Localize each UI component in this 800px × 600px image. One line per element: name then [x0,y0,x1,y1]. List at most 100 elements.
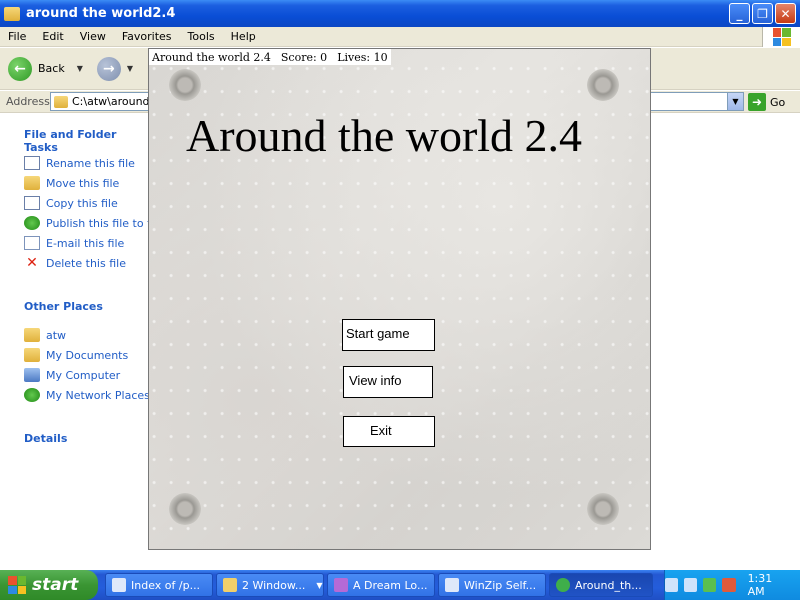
game-title: Around the world 2.4 [186,110,583,161]
back-button[interactable]: ← Back ▼ [8,56,89,81]
place-network-link[interactable]: My Network Places [24,388,150,402]
menu-edit[interactable]: Edit [34,30,71,43]
taskbar-item-windows[interactable]: 2 Window... ▼ [216,573,324,597]
game-lives: Lives: 10 [337,50,388,64]
go-button[interactable]: ➜ Go [748,93,785,111]
move-file-link[interactable]: Move this file [24,176,119,190]
taskbar-item-index[interactable]: Index of /p... [105,573,213,597]
taskbar: start Index of /p... 2 Window... ▼ A Dre… [0,570,800,600]
folder-icon [223,578,237,592]
windows-flag-icon [8,576,26,594]
rename-icon [24,156,40,170]
minimize-button[interactable]: _ [729,3,750,24]
forward-button[interactable]: → [96,56,121,81]
taskbar-item-label: Index of /p... [131,578,201,592]
other-places-heading[interactable]: Other Places [24,300,103,313]
network-places-icon [24,388,40,402]
menu-view[interactable]: View [72,30,114,43]
menu-tools[interactable]: Tools [180,30,223,43]
window-controls: _ ❐ ✕ [729,3,796,24]
place-my-documents-link[interactable]: My Documents [24,348,128,362]
rename-file-link[interactable]: Rename this file [24,156,135,170]
tray-icon[interactable] [722,578,736,592]
clock[interactable]: 1:31 AM [748,572,790,598]
folder-icon [24,328,40,342]
my-documents-icon [24,348,40,362]
publish-file-link[interactable]: Publish this file to th [24,216,158,230]
taskbar-item-dream[interactable]: A Dream Lo... [327,573,435,597]
folder-icon [54,95,68,108]
start-button[interactable]: start [0,570,98,600]
move-icon [24,176,40,190]
address-label: Address [6,95,50,108]
taskbar-item-winzip[interactable]: WinZip Self... [438,573,546,597]
taskbar-item-label: WinZip Self... [464,578,537,592]
task-pane: File and Folder Tasks Rename this file M… [0,114,158,570]
place-network-label: My Network Places [46,388,150,402]
globe-icon [556,578,570,592]
windows-logo-icon [762,27,800,47]
copy-file-link[interactable]: Copy this file [24,196,118,210]
tray-icon[interactable] [703,578,717,592]
menubar: File Edit View Favorites Tools Help [0,27,800,47]
delete-icon: ✕ [26,255,38,271]
forward-dropdown-icon[interactable]: ▼ [127,64,133,73]
copy-icon [24,196,40,210]
start-game-button[interactable]: Start game [342,319,435,351]
taskbar-item-label: Around_th... [575,578,642,592]
group-dropdown-icon: ▼ [316,580,323,590]
go-arrow-icon: ➜ [748,93,766,111]
menu-favorites[interactable]: Favorites [114,30,180,43]
move-label: Move this file [46,176,120,190]
rename-label: Rename this file [46,156,135,170]
corner-bolt-icon [587,69,619,101]
game-score: Score: 0 [280,50,328,64]
task-pane-body: File and Folder Tasks Rename this file M… [0,114,158,570]
delete-file-link[interactable]: ✕ Delete this file [24,256,126,270]
copy-label: Copy this file [46,196,118,210]
view-info-label: View info [349,373,402,388]
window-titlebar[interactable]: around the world2.4 _ ❐ ✕ [0,0,800,27]
exit-button[interactable]: Exit [343,416,435,447]
close-button[interactable]: ✕ [775,3,796,24]
taskbar-item-label: 2 Window... [242,578,306,592]
corner-bolt-icon [169,69,201,101]
app-icon [334,578,348,592]
game-window[interactable]: Around the world 2.4 Score: 0 Lives: 10 … [148,48,651,550]
taskbar-item-around[interactable]: Around_th... [549,573,653,597]
back-dropdown-icon[interactable]: ▼ [77,64,83,73]
view-info-button[interactable]: View info [343,366,433,398]
tray-icon[interactable] [665,578,679,592]
file-tasks-heading[interactable]: File and Folder Tasks [24,128,150,154]
restore-button[interactable]: ❐ [752,3,773,24]
place-my-computer-link[interactable]: My Computer [24,368,120,382]
email-icon [24,236,40,250]
go-label: Go [770,95,786,109]
place-atw-link[interactable]: atw [24,328,66,342]
details-heading[interactable]: Details [24,432,67,445]
start-label: start [32,575,79,595]
winzip-icon [445,578,459,592]
publish-label: Publish this file to th [46,216,159,230]
menu-help[interactable]: Help [223,30,264,43]
menu-file[interactable]: File [0,30,34,43]
game-status-bar: Around the world 2.4 Score: 0 Lives: 10 [149,49,391,65]
windows-flag-icon [772,28,791,46]
address-path: C:\atw\around t [72,95,158,108]
place-atw-label: atw [46,328,67,342]
start-game-label: Start game [346,326,410,341]
game-status-name: Around the world 2.4 [152,50,271,64]
email-file-link[interactable]: E-mail this file [24,236,124,250]
address-dropdown-icon[interactable]: ▼ [727,93,743,110]
window-title: around the world2.4 [26,6,176,21]
delete-label: Delete this file [46,256,126,270]
system-tray: 1:31 AM [664,570,800,600]
browser-icon [112,578,126,592]
back-arrow-icon: ← [8,56,32,81]
corner-bolt-icon [587,493,619,525]
file-list-pane[interactable] [650,114,800,570]
tray-icon[interactable] [684,578,698,592]
place-my-documents-label: My Documents [46,348,129,362]
publish-icon [24,216,40,230]
place-my-computer-label: My Computer [46,368,121,382]
